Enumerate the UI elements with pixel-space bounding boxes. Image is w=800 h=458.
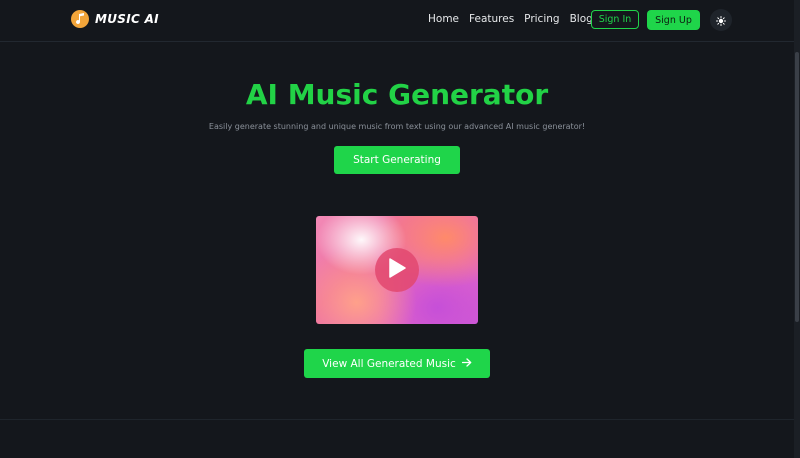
- sample-video[interactable]: [316, 216, 478, 324]
- arrow-right-icon: [461, 357, 472, 370]
- nav-item-home[interactable]: Home: [428, 13, 459, 25]
- sun-icon: [716, 11, 726, 30]
- page-scrollbar[interactable]: [794, 0, 800, 458]
- scrollbar-thumb[interactable]: [795, 52, 799, 322]
- nav-item-pricing[interactable]: Pricing: [524, 13, 559, 25]
- main-nav: Home Features Pricing Blog: [428, 13, 603, 25]
- music-note-icon: [71, 10, 89, 28]
- sign-up-button[interactable]: Sign Up: [647, 10, 700, 30]
- brand-logo[interactable]: MUSIC AI: [71, 10, 159, 28]
- brand-name: MUSIC AI: [95, 12, 159, 26]
- play-icon: [388, 258, 406, 282]
- section-divider: [0, 419, 794, 420]
- hero-subtitle: Easily generate stunning and unique musi…: [208, 122, 586, 131]
- view-all-label: View All Generated Music: [322, 357, 456, 370]
- sign-in-button[interactable]: Sign In: [591, 10, 639, 29]
- play-button[interactable]: [375, 248, 419, 292]
- view-all-music-button[interactable]: View All Generated Music: [304, 349, 490, 378]
- start-generating-button[interactable]: Start Generating: [334, 146, 460, 174]
- hero-title: AI Music Generator: [245, 78, 549, 111]
- nav-item-blog[interactable]: Blog: [570, 13, 593, 25]
- top-navbar: MUSIC AI Home Features Pricing Blog Sign…: [0, 0, 794, 42]
- theme-toggle-button[interactable]: [710, 9, 732, 31]
- nav-item-features[interactable]: Features: [469, 13, 514, 25]
